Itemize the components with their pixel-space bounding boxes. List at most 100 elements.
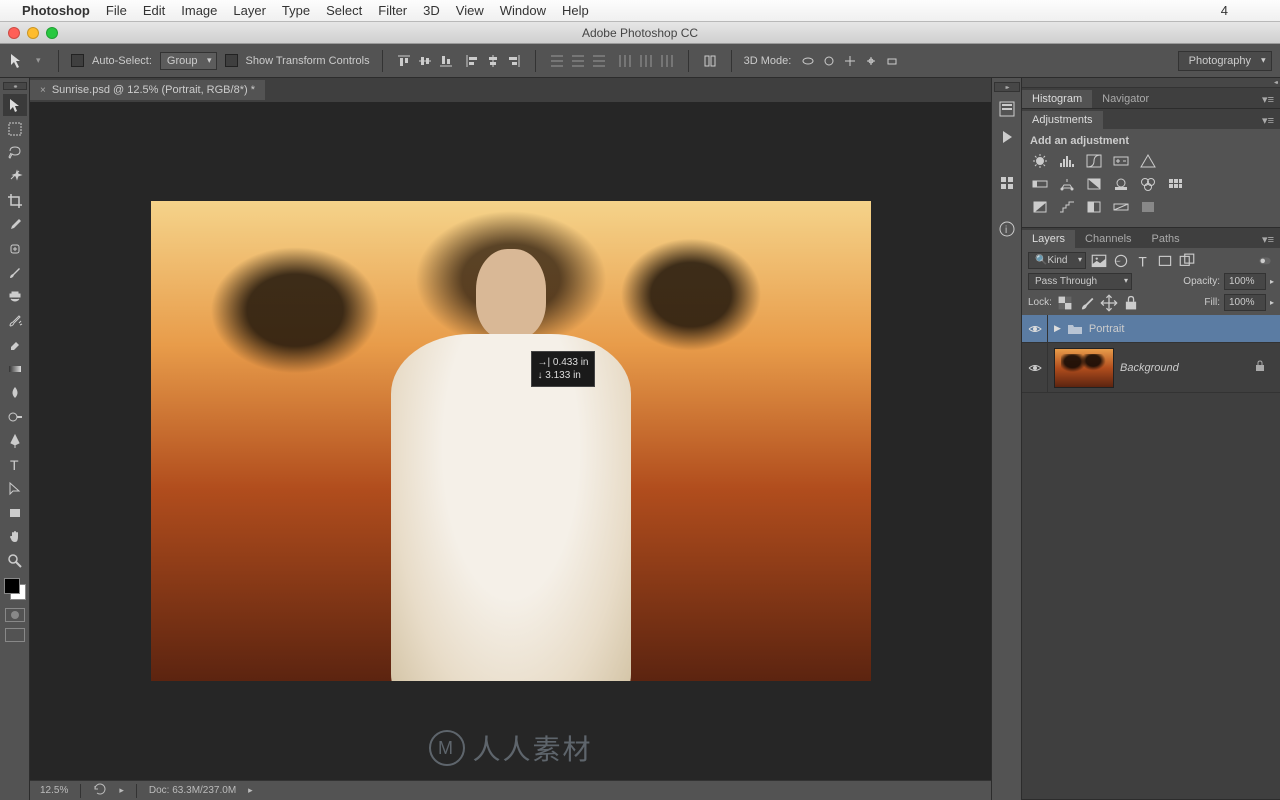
brush-tool[interactable] (3, 262, 27, 284)
align-bottom-icon[interactable] (437, 52, 455, 70)
history-panel-icon[interactable] (996, 98, 1018, 120)
minimize-window-button[interactable] (27, 27, 39, 39)
menu-layer[interactable]: Layer (233, 3, 266, 18)
layer-filter-kind[interactable]: 🔍Kind (1028, 252, 1086, 269)
lock-all-icon[interactable] (1122, 295, 1140, 311)
menu-image[interactable]: Image (181, 3, 217, 18)
selective-color-icon[interactable] (1138, 198, 1158, 216)
layer-thumbnail[interactable] (1054, 348, 1114, 388)
photo-filter-icon[interactable] (1111, 175, 1131, 193)
layer-row-background[interactable]: Background (1022, 343, 1280, 393)
show-transform-checkbox[interactable] (225, 54, 238, 67)
dist-hcenter-icon[interactable] (637, 52, 655, 70)
visibility-toggle[interactable] (1022, 343, 1048, 392)
status-doc-size[interactable]: Doc: 63.3M/237.0M (149, 785, 236, 796)
lasso-tool[interactable] (3, 142, 27, 164)
menu-3d[interactable]: 3D (423, 3, 440, 18)
clone-stamp-tool[interactable] (3, 286, 27, 308)
curves-icon[interactable] (1084, 152, 1104, 170)
fill-field[interactable]: 100% (1224, 294, 1266, 311)
levels-icon[interactable] (1057, 152, 1077, 170)
filter-type-icon[interactable]: T (1134, 253, 1152, 269)
3d-slide-icon[interactable] (862, 52, 880, 70)
layers-tab[interactable]: Layers (1022, 230, 1075, 248)
path-selection-tool[interactable] (3, 478, 27, 500)
app-menu[interactable]: Photoshop (22, 3, 90, 18)
menu-filter[interactable]: Filter (378, 3, 407, 18)
opacity-field[interactable]: 100% (1224, 273, 1266, 290)
healing-brush-tool[interactable] (3, 238, 27, 260)
posterize-icon[interactable] (1057, 198, 1077, 216)
black-white-icon[interactable] (1084, 175, 1104, 193)
gradient-map-icon[interactable] (1111, 198, 1131, 216)
move-tool[interactable] (3, 94, 27, 116)
hue-saturation-icon[interactable] (1030, 175, 1050, 193)
menu-help[interactable]: Help (562, 3, 589, 18)
panel-menu-icon[interactable]: ▾≡ (1256, 91, 1280, 108)
channel-mixer-icon[interactable] (1138, 175, 1158, 193)
filter-adjustment-icon[interactable] (1112, 253, 1130, 269)
color-lookup-icon[interactable] (1165, 175, 1185, 193)
fill-slider-toggle[interactable]: ▸ (1270, 298, 1274, 307)
auto-align-icon[interactable] (701, 52, 719, 70)
eyedropper-tool[interactable] (3, 214, 27, 236)
opacity-slider-toggle[interactable]: ▸ (1270, 277, 1274, 286)
status-doc-dropdown[interactable]: ▸ (248, 785, 253, 796)
layer-row-portrait[interactable]: ▶ Portrait (1022, 315, 1280, 343)
paths-tab[interactable]: Paths (1142, 230, 1190, 248)
filter-toggle[interactable] (1256, 253, 1274, 269)
menu-select[interactable]: Select (326, 3, 362, 18)
libraries-panel-icon[interactable] (996, 172, 1018, 194)
3d-roll-icon[interactable] (820, 52, 838, 70)
dist-bottom-icon[interactable] (590, 52, 608, 70)
blend-mode-dropdown[interactable]: Pass Through (1028, 273, 1132, 290)
dist-top-icon[interactable] (548, 52, 566, 70)
lock-icon[interactable] (1254, 360, 1274, 375)
blur-tool[interactable] (3, 382, 27, 404)
tool-preset-dropdown[interactable]: ▾ (36, 55, 46, 66)
3d-scale-icon[interactable] (883, 52, 901, 70)
history-brush-tool[interactable] (3, 310, 27, 332)
threshold-icon[interactable] (1084, 198, 1104, 216)
align-hcenter-icon[interactable] (484, 52, 502, 70)
quick-mask-toggle[interactable] (5, 608, 25, 622)
align-top-icon[interactable] (395, 52, 413, 70)
menu-type[interactable]: Type (282, 3, 310, 18)
lock-position-icon[interactable] (1100, 295, 1118, 311)
align-vcenter-icon[interactable] (416, 52, 434, 70)
dist-left-icon[interactable] (616, 52, 634, 70)
info-panel-icon[interactable]: i (996, 218, 1018, 240)
dodge-tool[interactable] (3, 406, 27, 428)
filter-shape-icon[interactable] (1156, 253, 1174, 269)
crop-tool[interactable] (3, 190, 27, 212)
dist-vcenter-icon[interactable] (569, 52, 587, 70)
hand-tool[interactable] (3, 526, 27, 548)
pen-tool[interactable] (3, 430, 27, 452)
mid-panel-collapse[interactable] (994, 82, 1020, 92)
menu-window[interactable]: Window (500, 3, 546, 18)
auto-select-dropdown[interactable]: Group (160, 52, 217, 70)
histogram-tab[interactable]: Histogram (1022, 90, 1092, 108)
lock-transparency-icon[interactable] (1056, 295, 1074, 311)
navigator-tab[interactable]: Navigator (1092, 90, 1159, 108)
menu-file[interactable]: File (106, 3, 127, 18)
canvas-area[interactable]: →| 0.433 in ↓ 3.133 in M人人素材 (30, 102, 991, 780)
panel-menu-icon[interactable]: ▾≡ (1256, 231, 1280, 248)
rectangle-tool[interactable] (3, 502, 27, 524)
type-tool[interactable]: T (3, 454, 27, 476)
adjustments-tab[interactable]: Adjustments (1022, 111, 1103, 129)
gradient-tool[interactable] (3, 358, 27, 380)
invert-icon[interactable] (1030, 198, 1050, 216)
filter-pixel-icon[interactable] (1090, 253, 1108, 269)
close-window-button[interactable] (8, 27, 20, 39)
exposure-icon[interactable] (1111, 152, 1131, 170)
maximize-window-button[interactable] (46, 27, 58, 39)
3d-pan-icon[interactable] (841, 52, 859, 70)
actions-panel-icon[interactable] (996, 126, 1018, 148)
align-left-icon[interactable] (463, 52, 481, 70)
screen-mode-toggle[interactable] (5, 628, 25, 642)
status-zoom[interactable]: 12.5% (40, 785, 68, 796)
menu-edit[interactable]: Edit (143, 3, 165, 18)
status-dropdown[interactable]: ▸ (119, 785, 124, 796)
toolbox-collapse-grip[interactable] (3, 82, 27, 90)
